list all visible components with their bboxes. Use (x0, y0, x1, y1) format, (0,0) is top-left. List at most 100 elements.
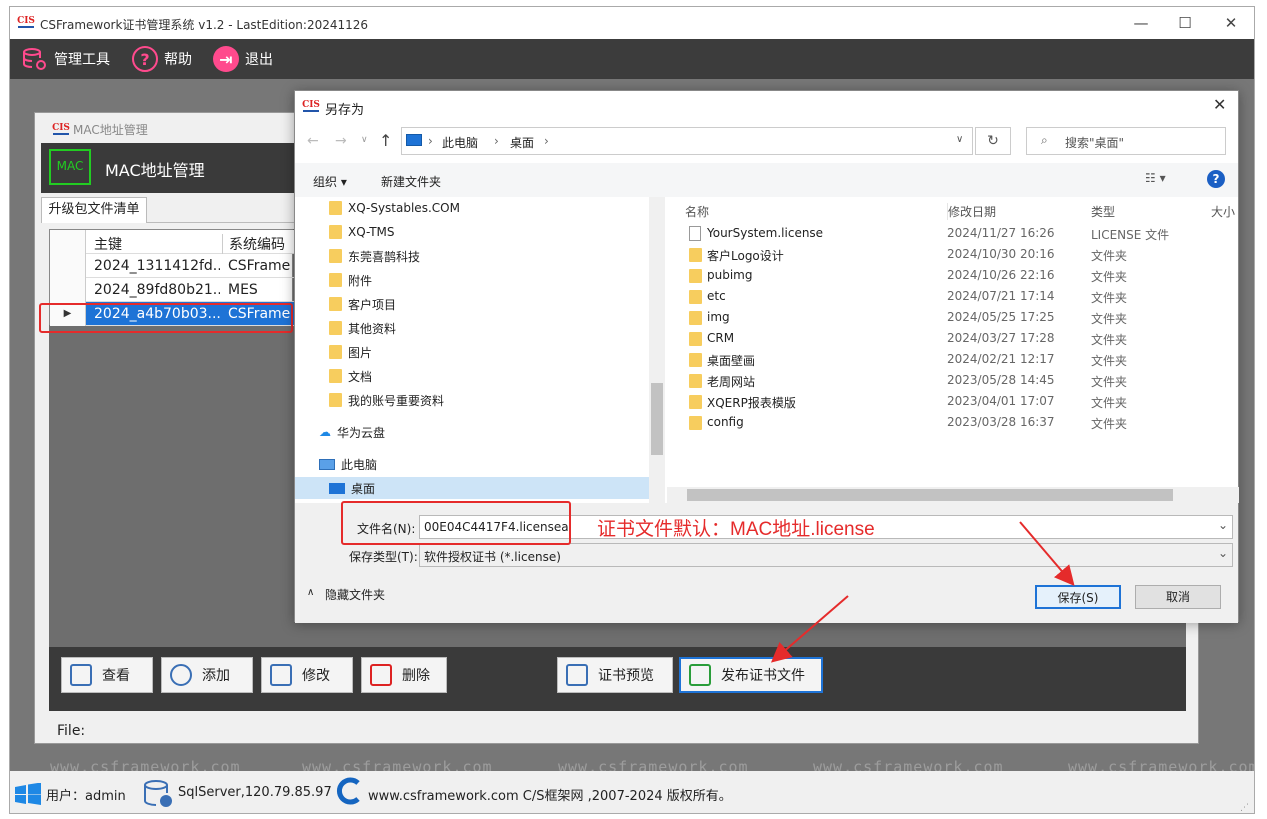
back-arrow-icon[interactable]: ← (307, 133, 319, 149)
organize-menu[interactable]: 组织 ▾ (313, 173, 347, 190)
dialog-close-icon[interactable]: ✕ (1213, 95, 1226, 114)
breadcrumb-this-pc[interactable]: 此电脑 (442, 134, 478, 151)
delete-button[interactable]: 删除 (361, 657, 447, 693)
address-bar[interactable]: › 此电脑 › 桌面 › ∨ (401, 127, 973, 155)
file-list: 名称 修改日期 类型 大小 YourSystem.license 2024/11/… (685, 197, 1238, 503)
toolbar-manage-tools[interactable]: 管理工具 (22, 45, 110, 73)
status-bar: 用户：admin SqlServer,120.79.85.97 www.csfr… (10, 771, 1254, 813)
tree-scrollbar[interactable] (649, 197, 665, 503)
new-folder-button[interactable]: 新建文件夹 (381, 173, 441, 190)
view-button[interactable]: 查看 (61, 657, 153, 693)
file-type: 文件夹 (1091, 249, 1128, 263)
table-row[interactable]: 2024_1311412fd... CSFrame (50, 254, 294, 278)
monitor-icon: MAC (49, 149, 91, 185)
file-row[interactable]: 老周网站 2023/05/28 14:45 文件夹 (685, 370, 1238, 391)
folder-icon (329, 249, 342, 263)
chevron-down-icon[interactable]: ⌄ (1218, 518, 1228, 532)
file-name: XQERP报表模版 (707, 396, 796, 410)
file-row[interactable]: img 2024/05/25 17:25 文件夹 (685, 307, 1238, 328)
tree-item[interactable]: XQ-TMS (329, 221, 395, 243)
publish-certificate-button[interactable]: 发布证书文件 (679, 657, 823, 693)
column-header[interactable]: 系统编码 (222, 234, 285, 254)
folder-icon (329, 369, 342, 383)
file-name: 客户Logo设计 (707, 249, 784, 263)
file-row[interactable]: config 2023/03/28 16:37 文件夹 (685, 412, 1238, 433)
file-status-label: File: (57, 723, 86, 739)
file-row[interactable]: CRM 2024/03/27 17:28 文件夹 (685, 328, 1238, 349)
file-type: 文件夹 (1091, 333, 1128, 347)
save-button[interactable]: 保存(S) (1035, 585, 1121, 609)
file-row[interactable]: etc 2024/07/21 17:14 文件夹 (685, 286, 1238, 307)
chevron-down-icon[interactable]: ∨ (956, 134, 963, 145)
tree-item[interactable]: 图片 (329, 341, 372, 363)
up-arrow-icon[interactable]: ↑ (379, 131, 392, 150)
tree-item[interactable]: 此电脑 (319, 453, 377, 475)
forward-arrow-icon[interactable]: → (335, 133, 347, 149)
refresh-icon[interactable]: ↻ (975, 127, 1011, 155)
column-header[interactable]: 主键 (94, 234, 122, 254)
filetype-select[interactable]: 软件授权证书 (*.license) ⌄ (419, 543, 1233, 567)
help-icon[interactable]: ? (1207, 170, 1225, 188)
cancel-button[interactable]: 取消 (1135, 585, 1221, 609)
button-label: 查看 (102, 668, 130, 684)
file-type: 文件夹 (1091, 396, 1128, 410)
tree-item[interactable]: XQ-Systables.COM (329, 197, 460, 219)
minimize-button[interactable]: — (1126, 13, 1156, 33)
toolbar-exit[interactable]: ⇥ 退出 (213, 45, 273, 73)
file-list-scrollbar[interactable] (667, 487, 1239, 503)
view-options-icon[interactable]: ☷ ▾ (1145, 171, 1166, 185)
scrollbar-thumb[interactable] (651, 383, 663, 455)
tree-item[interactable]: ☁ 华为云盘 (319, 421, 385, 443)
file-row[interactable]: pubimg 2024/10/26 22:16 文件夹 (685, 265, 1238, 286)
resize-grip[interactable]: ⋰ (1240, 803, 1249, 813)
tree-label: 此电脑 (341, 457, 378, 472)
preview-certificate-button[interactable]: 证书预览 (557, 657, 673, 693)
view-icon (70, 664, 92, 686)
maximize-button[interactable]: ☐ (1170, 13, 1200, 33)
tree-item-selected[interactable]: 桌面 (295, 477, 649, 499)
certificate-preview-icon (566, 664, 588, 686)
edit-button[interactable]: 修改 (261, 657, 353, 693)
cloud-icon: ☁ (319, 425, 331, 439)
tree-item[interactable]: 客户项目 (329, 293, 396, 315)
scrollbar-thumb[interactable] (687, 489, 1173, 501)
cell-key: 2024_89fd80b21... (94, 282, 220, 298)
action-bar: 查看 添加 修改 删除 证书预览 发布证书文件 (49, 647, 1186, 711)
folder-icon (329, 273, 342, 287)
file-name: 老周网站 (707, 375, 756, 389)
file-name: img (707, 310, 730, 324)
tree-item[interactable]: 东莞喜鹊科技 (329, 245, 420, 267)
file-row[interactable]: XQERP报表模版 2023/04/01 17:07 文件夹 (685, 391, 1238, 412)
folder-icon (689, 290, 702, 304)
chevron-down-icon[interactable]: ∨ (361, 135, 368, 145)
close-button[interactable]: ✕ (1216, 13, 1246, 33)
annotation-text: 证书文件默认：MAC地址.license (597, 519, 875, 540)
chevron-up-icon[interactable]: ∧ (307, 587, 314, 598)
file-row[interactable]: YourSystem.license 2024/11/27 16:26 LICENS… (685, 223, 1238, 244)
tree-label: 附件 (348, 273, 373, 288)
column-type[interactable]: 类型 (1091, 203, 1115, 220)
chevron-down-icon[interactable]: ⌄ (1218, 546, 1228, 560)
tree-label: 我的账号重要资料 (348, 393, 445, 408)
search-input[interactable]: ⌕ 搜索"桌面" (1026, 127, 1226, 155)
table-row[interactable]: 2024_89fd80b21... MES (50, 278, 294, 302)
cell-key: 2024_1311412fd... (94, 258, 220, 274)
grid-header: 主键 系统编码 (50, 230, 294, 254)
file-row[interactable]: 桌面壁画 2024/02/21 12:17 文件夹 (685, 349, 1238, 370)
column-name[interactable]: 名称 (685, 203, 709, 220)
toolbar-help[interactable]: ? 帮助 (132, 45, 192, 73)
hide-folders-toggle[interactable]: 隐藏文件夹 (325, 586, 385, 603)
tree-item[interactable]: 文档 (329, 365, 372, 387)
file-date: 2023/05/28 14:45 (947, 373, 1055, 387)
add-button[interactable]: 添加 (161, 657, 253, 693)
file-date: 2024/02/21 12:17 (947, 352, 1055, 366)
column-date[interactable]: 修改日期 (947, 203, 996, 220)
tab-upgrade-files[interactable]: 升级包文件清单 (41, 197, 147, 223)
tree-item[interactable]: 我的账号重要资料 (329, 389, 444, 411)
column-size[interactable]: 大小 (1211, 203, 1235, 220)
tree-item[interactable]: 附件 (329, 269, 372, 291)
tree-item[interactable]: 其他资料 (329, 317, 396, 339)
main-toolbar: 管理工具 ? 帮助 ⇥ 退出 (10, 39, 1254, 79)
breadcrumb-desktop[interactable]: 桌面 (510, 134, 534, 151)
file-row[interactable]: 客户Logo设计 2024/10/30 20:16 文件夹 (685, 244, 1238, 265)
